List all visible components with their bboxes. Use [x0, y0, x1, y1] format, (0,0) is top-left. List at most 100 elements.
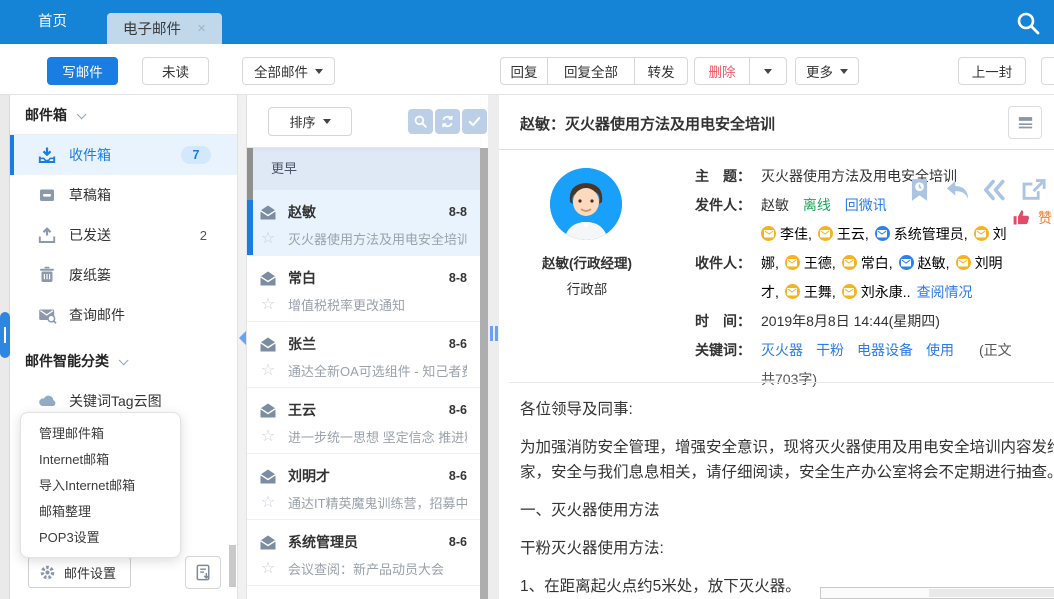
open-envelope-icon: [258, 336, 278, 353]
remind-bookmark-icon[interactable]: [905, 177, 934, 203]
tab-home[interactable]: 首页: [18, 0, 87, 44]
star-icon[interactable]: ☆: [258, 363, 278, 379]
menu-item-mailbox-cleanup[interactable]: 邮箱整理: [21, 499, 180, 525]
email-list-header: 排序: [247, 95, 480, 148]
menu-item-internet-mailbox[interactable]: Internet邮箱: [21, 447, 180, 473]
previous-mail-button[interactable]: 上一封: [958, 57, 1026, 85]
sort-dropdown[interactable]: 排序: [268, 107, 352, 136]
import-mail-icon: [194, 563, 213, 582]
list-scrollbar[interactable]: [480, 148, 488, 599]
from-name[interactable]: 赵敏: [761, 197, 789, 213]
list-search-button[interactable]: [408, 109, 433, 134]
email-subject: 进一步统一思想 坚定信念 推进精益: [288, 427, 467, 446]
recipient-envelope-icon: [875, 226, 890, 241]
reader-title-bar: 赵敏：灭火器使用方法及用电安全培训: [499, 95, 1054, 150]
email-list-item[interactable]: 王云 8-6 ☆ 进一步统一思想 坚定信念 推进精益: [247, 388, 480, 454]
open-envelope-icon: [258, 402, 278, 419]
keyword-link[interactable]: 灭火器: [761, 342, 803, 358]
tab-email[interactable]: 电子邮件 ✕: [107, 13, 222, 44]
subject-label: 主 题：: [695, 162, 761, 191]
compose-button[interactable]: 写邮件: [47, 57, 118, 85]
list-select-button[interactable]: [462, 109, 487, 134]
star-icon[interactable]: ☆: [258, 561, 278, 577]
recipient-name[interactable]: 系统管理员,: [894, 226, 968, 242]
smart-classify-section-header[interactable]: 邮件智能分类: [10, 341, 237, 381]
reply-icon[interactable]: [943, 177, 972, 203]
top-navigation-bar: 首页 电子邮件 ✕: [0, 0, 1054, 44]
recipient-name[interactable]: 赵敏,: [918, 255, 950, 271]
search-icon: [412, 113, 429, 130]
email-list-item[interactable]: 系统管理员 8-6 ☆ 会议查阅：新产品动员大会: [247, 520, 480, 586]
inbox-unread-badge: 7: [181, 146, 211, 164]
like-label: 赞: [1038, 208, 1052, 228]
forward-out-icon[interactable]: [1019, 177, 1048, 203]
mail-settings-button[interactable]: 邮件设置: [28, 557, 131, 588]
sidebar-list-divider[interactable]: [237, 95, 247, 599]
list-refresh-button[interactable]: [435, 109, 460, 134]
keyword-link[interactable]: 使用: [926, 342, 954, 358]
chevron-down-icon: [323, 119, 331, 124]
cloud-icon: [37, 391, 57, 411]
sidebar-item-inbox[interactable]: 收件箱 7: [10, 135, 237, 175]
reply-im-link[interactable]: 回微讯: [845, 197, 887, 213]
horizontal-scrollbar[interactable]: [820, 587, 1054, 599]
reading-layout-button[interactable]: [1008, 106, 1042, 139]
menu-item-pop3-settings[interactable]: POP3设置: [21, 525, 180, 551]
collapse-left-icon[interactable]: [239, 331, 246, 345]
more-dropdown[interactable]: 更多: [795, 57, 859, 85]
email-date: 8-6: [449, 403, 467, 417]
recipient-name[interactable]: 王舞,: [804, 284, 836, 300]
keywords-field: 关键词： 灭火器干粉电器设备使用(正文共703字): [695, 336, 1025, 394]
star-icon[interactable]: ☆: [258, 495, 278, 511]
reply-button[interactable]: 回复: [500, 57, 548, 85]
reply-all-icon[interactable]: [981, 177, 1010, 203]
recipient-name[interactable]: 刘永康..: [861, 284, 911, 300]
keyword-link[interactable]: 干粉: [816, 342, 844, 358]
star-icon[interactable]: ☆: [258, 231, 278, 247]
resize-grip-icon[interactable]: [490, 326, 498, 341]
unread-button[interactable]: 未读: [142, 57, 209, 85]
next-mail-button[interactable]: [1041, 57, 1054, 85]
recipient-name[interactable]: 王德,: [804, 255, 836, 271]
email-sender: 系统管理员: [288, 532, 358, 552]
email-list-item[interactable]: 张兰 8-6 ☆ 通达全新OA可选组件 - 知己者费用: [247, 322, 480, 388]
thumbs-up-icon[interactable]: [1011, 207, 1032, 228]
body-paragraph: 各位领导及同事:: [520, 397, 1054, 422]
list-reader-divider[interactable]: [488, 95, 499, 599]
email-list-item[interactable]: 赵敏 8-8 ☆ 灭火器使用方法及用电安全培训: [247, 190, 480, 256]
sent-count: 2: [200, 228, 207, 243]
recipient-name[interactable]: 王云,: [837, 226, 869, 242]
forward-button[interactable]: 转发: [634, 57, 688, 85]
sidebar-item-sent[interactable]: 已发送 2: [10, 215, 237, 255]
mailbox-section-header[interactable]: 邮件箱: [10, 95, 237, 135]
view-read-status-link[interactable]: 查阅情况: [917, 284, 973, 300]
open-envelope-icon: [258, 468, 278, 485]
email-list-item[interactable]: 常白 8-8 ☆ 增值税税率更改通知: [247, 256, 480, 322]
recipient-name[interactable]: 常白,: [861, 255, 893, 271]
search-icon[interactable]: [1012, 7, 1044, 39]
sidebar-item-search-mail[interactable]: 查询邮件: [10, 295, 237, 335]
mail-import-button[interactable]: [185, 556, 221, 589]
list-scrollbar-thumb[interactable]: [247, 148, 253, 200]
like-control[interactable]: 赞: [1011, 207, 1052, 228]
tab-close-icon[interactable]: ✕: [197, 22, 206, 35]
mail-filter-dropdown[interactable]: 全部邮件: [242, 57, 335, 85]
menu-item-manage-mailbox[interactable]: 管理邮件箱: [21, 421, 180, 447]
sidebar-item-drafts[interactable]: 草稿箱: [10, 175, 237, 215]
collapse-handle[interactable]: [0, 312, 10, 358]
star-icon[interactable]: ☆: [258, 429, 278, 445]
star-icon[interactable]: ☆: [258, 297, 278, 313]
recipient-name[interactable]: 李佳,: [780, 226, 812, 242]
keyword-link[interactable]: 电器设备: [857, 342, 913, 358]
horizontal-scrollbar-thumb[interactable]: [929, 589, 1054, 597]
menu-item-import-internet-mailbox[interactable]: 导入Internet邮箱: [21, 473, 180, 499]
delete-button[interactable]: 删除: [694, 57, 750, 85]
mail-toolbar: 写邮件 未读 全部邮件 回复 回复全部 转发 删除 更多 上一封: [0, 44, 1054, 95]
time-label: 时 间：: [695, 307, 761, 336]
reply-all-button[interactable]: 回复全部: [547, 57, 635, 85]
mail-reader-panel: 赵敏：灭火器使用方法及用电安全培训: [499, 95, 1054, 599]
sidebar-scrollbar-thumb[interactable]: [229, 545, 236, 587]
email-list-item[interactable]: 刘明才 8-6 ☆ 通达IT精英魔鬼训练营，招募中！: [247, 454, 480, 520]
delete-dropdown-button[interactable]: [749, 57, 787, 85]
sidebar-item-trash[interactable]: 废纸篓: [10, 255, 237, 295]
